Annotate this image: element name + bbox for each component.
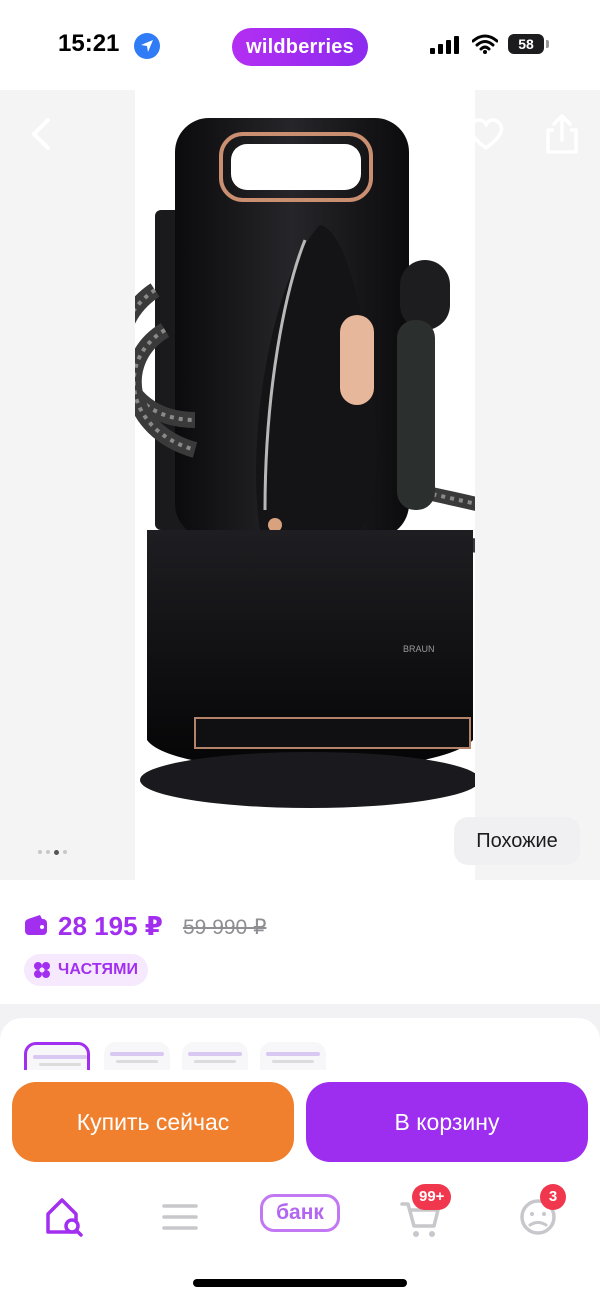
carousel-dots xyxy=(38,850,67,855)
carousel-dot-active xyxy=(54,850,59,855)
back-icon[interactable] xyxy=(22,114,62,154)
menu-icon[interactable] xyxy=(150,1192,210,1242)
carousel-dot xyxy=(46,850,50,854)
share-icon[interactable] xyxy=(542,112,582,156)
profile-badge: 3 xyxy=(540,1184,566,1210)
product-gallery[interactable]: BRAUN Похожие xyxy=(0,90,600,890)
heart-icon[interactable] xyxy=(466,114,506,154)
add-to-cart-button[interactable]: В корзину xyxy=(306,1082,588,1162)
buy-now-button[interactable]: Купить сейчас xyxy=(12,1082,294,1162)
brand-logo: wildberries xyxy=(232,28,368,66)
signal-icon xyxy=(430,36,459,54)
battery-icon: 58 xyxy=(508,34,549,54)
carousel-dot xyxy=(63,850,67,854)
current-price: 28 195 ₽ xyxy=(58,911,163,941)
installment-icon xyxy=(34,962,50,978)
home-search-icon[interactable] xyxy=(38,1192,98,1242)
status-bar: 15:21 wildberries 58 xyxy=(0,0,600,92)
installment-badge[interactable]: ЧАСТЯМИ xyxy=(24,954,149,986)
variant-thumbnails xyxy=(0,1018,600,1082)
carousel-dot xyxy=(38,850,42,854)
brand-mark: BRAUN xyxy=(403,644,435,654)
location-arrow-icon xyxy=(134,33,160,59)
status-time: 15:21 xyxy=(58,30,120,57)
product-image[interactable]: BRAUN xyxy=(112,90,527,885)
wifi-icon xyxy=(472,34,498,54)
bank-button[interactable]: банк xyxy=(260,1194,340,1232)
old-price: 59 990 ₽ xyxy=(183,916,267,939)
action-bar: Купить сейчас В корзину xyxy=(0,1070,600,1178)
similar-button[interactable]: Похожие xyxy=(454,817,580,865)
installment-label: ЧАСТЯМИ xyxy=(58,961,139,978)
wallet-icon xyxy=(25,915,47,935)
price-card: 28 195 ₽ 59 990 ₽ ЧАСТЯМИ xyxy=(0,880,600,1004)
cart-count-badge: 99+ xyxy=(412,1184,452,1210)
home-indicator xyxy=(193,1279,407,1287)
